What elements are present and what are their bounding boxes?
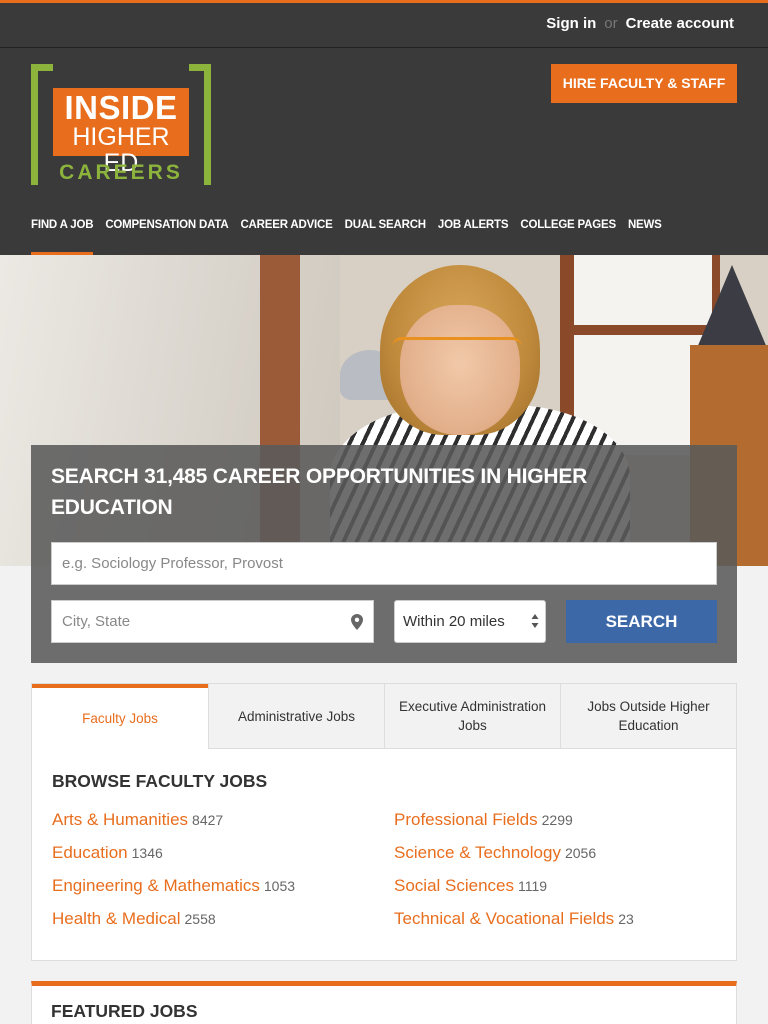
category-count: 2056 [564,845,597,861]
nav-item-compensation-data[interactable]: COMPENSATION DATA [105,216,228,255]
list-item: Engineering & Mathematics 1053 [52,876,295,909]
category-link[interactable]: Technical & Vocational Fields [394,909,614,928]
category-column-right: Professional Fields 2299 Science & Techno… [394,810,634,942]
category-link[interactable]: Science & Technology [394,843,561,862]
top-bar: Sign in or Create account [0,0,768,48]
browse-title: BROWSE FACULTY JOBS [52,771,268,791]
logo-line-careers: CAREERS [59,161,183,184]
category-count: 8427 [192,812,224,828]
nav-item-job-alerts[interactable]: JOB ALERTS [438,216,509,255]
category-count: 23 [618,911,634,927]
main-nav: FIND A JOB COMPENSATION DATA CAREER ADVI… [31,216,662,255]
location-input[interactable] [52,601,342,642]
nav-item-news[interactable]: NEWS [628,216,662,255]
or-separator: or [604,15,618,32]
featured-jobs-title: FEATURED JOBS [51,1001,198,1021]
nav-item-dual-search[interactable]: DUAL SEARCH [345,216,426,255]
list-item: Health & Medical 2558 [52,909,295,942]
category-count: 1119 [518,878,548,894]
create-account-link[interactable]: Create account [626,15,734,32]
job-category-tabs: Faculty Jobs Administrative Jobs Executi… [31,683,737,961]
map-pin-icon [351,614,363,630]
list-item: Technical & Vocational Fields 23 [394,909,634,942]
tab-faculty-jobs[interactable]: Faculty Jobs [32,684,208,749]
category-count: 1053 [263,878,296,894]
hire-faculty-staff-button[interactable]: HIRE FACULTY & STAFF [551,64,737,103]
distance-value: Within 20 miles [403,613,505,630]
tab-jobs-outside-higher-education[interactable]: Jobs Outside Higher Education [560,684,736,749]
nav-item-find-a-job[interactable]: FIND A JOB [31,216,94,255]
select-arrows-icon [531,614,539,628]
list-item: Professional Fields 2299 [394,810,634,843]
category-count: 2558 [184,911,216,927]
distance-select[interactable]: Within 20 miles [394,600,546,643]
list-item: Science & Technology 2056 [394,843,634,876]
category-link[interactable]: Arts & Humanities [52,810,188,829]
sign-in-link[interactable]: Sign in [546,15,596,32]
list-item: Social Sciences 1119 [394,876,634,909]
logo-line-inside: INSIDE [64,89,178,126]
featured-jobs-section: FEATURED JOBS [31,981,737,1024]
job-search-panel: SEARCH 31,485 CAREER OPPORTUNITIES IN HI… [31,445,737,663]
site-logo[interactable]: INSIDE HIGHER ED CAREERS [31,64,211,185]
tab-row: Faculty Jobs Administrative Jobs Executi… [32,684,736,749]
keyword-input[interactable] [51,542,717,585]
site-header: INSIDE HIGHER ED CAREERS HIRE FACULTY & … [0,48,768,255]
account-links: Sign in or Create account [546,15,734,32]
category-link[interactable]: Professional Fields [394,810,538,829]
category-link[interactable]: Engineering & Mathematics [52,876,260,895]
location-field[interactable] [51,600,374,643]
category-link[interactable]: Education [52,843,128,862]
category-link[interactable]: Social Sciences [394,876,514,895]
nav-item-college-pages[interactable]: COLLEGE PAGES [520,216,616,255]
tab-executive-administration-jobs[interactable]: Executive Administration Jobs [384,684,560,749]
list-item: Arts & Humanities 8427 [52,810,295,843]
category-link[interactable]: Health & Medical [52,909,181,928]
search-title: SEARCH 31,485 CAREER OPPORTUNITIES IN HI… [51,465,588,519]
category-count: 1346 [131,845,163,861]
category-count: 2299 [541,812,573,828]
nav-item-career-advice[interactable]: CAREER ADVICE [240,216,332,255]
logo-box: INSIDE HIGHER ED [53,88,189,176]
tab-administrative-jobs[interactable]: Administrative Jobs [208,684,384,749]
search-button[interactable]: SEARCH [566,600,717,643]
category-column-left: Arts & Humanities 8427 Education 1346 Engi… [52,810,295,942]
list-item: Education 1346 [52,843,295,876]
